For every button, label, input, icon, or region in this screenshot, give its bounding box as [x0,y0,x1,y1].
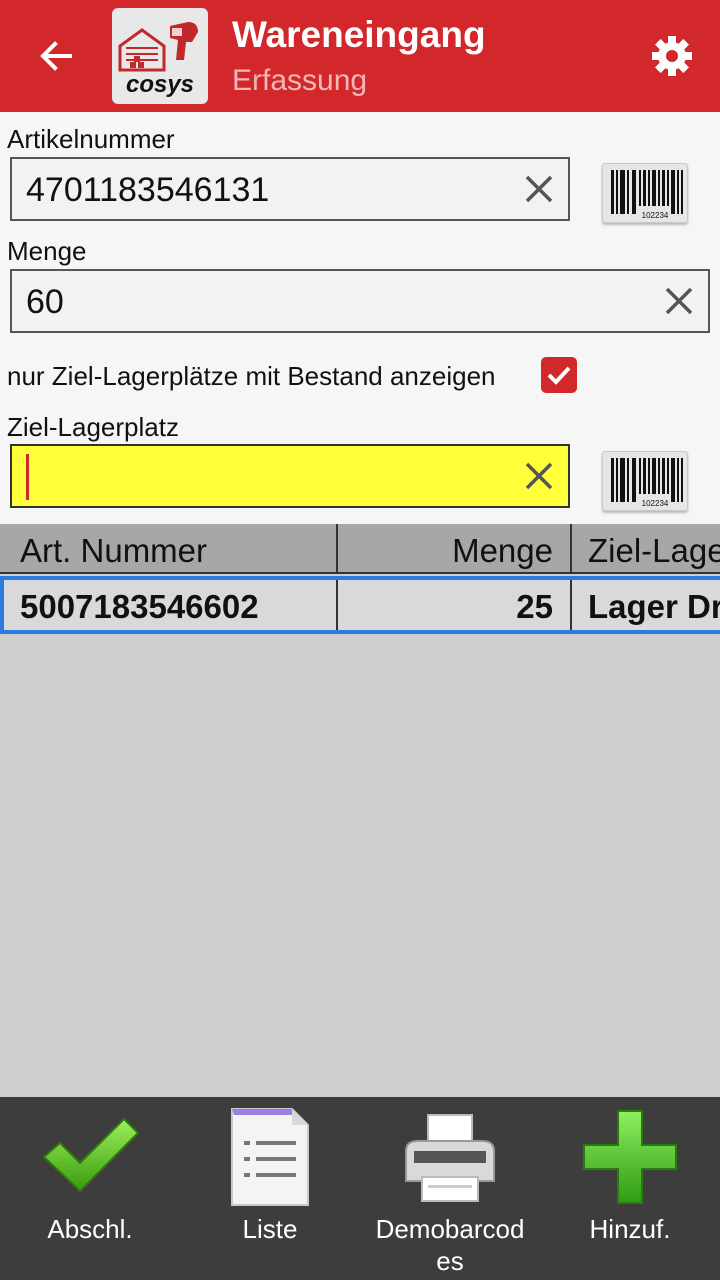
page-title: Wareneingang [232,14,486,55]
svg-text:102234: 102234 [642,499,669,508]
quantity-value: 60 [26,283,64,321]
scan-article-button[interactable]: 102234 [602,163,688,223]
quantity-label: Menge [7,236,87,266]
column-divider [570,524,572,572]
quantity-field[interactable]: 60 [10,269,710,333]
clear-target-icon[interactable] [520,457,558,495]
back-button[interactable] [24,28,88,84]
article-number-field[interactable]: 4701183546131 [10,157,570,221]
article-number-value: 4701183546131 [26,171,270,209]
column-divider [336,524,338,572]
settings-button[interactable] [644,28,700,84]
finish-label: Abschl. [47,1214,133,1244]
gear-icon [652,36,692,76]
svg-text:cosys: cosys [126,71,194,98]
arrow-left-icon [40,41,72,71]
green-checkmark-icon [42,1117,140,1193]
barcode-icon: 102234 [611,170,683,220]
row-article-number: 5007183546602 [20,588,259,625]
stock-filter-checkbox[interactable] [541,357,577,393]
demo-barcodes-button[interactable]: Demobarcodes [360,1097,540,1280]
column-divider [570,580,572,630]
target-location-label: Ziel-Lagerplatz [7,412,179,442]
column-header-article[interactable]: Art. Nummer [20,524,330,572]
table-header: Art. Nummer Menge Ziel-Lage [0,524,720,574]
booking-table: Art. Nummer Menge Ziel-Lage 500718354660… [0,524,720,1097]
article-number-label: Artikelnummer [7,124,175,154]
add-button[interactable]: Hinzuf. [540,1097,720,1280]
finish-button[interactable]: Abschl. [0,1097,180,1280]
barcode-icon: 102234 [611,458,683,508]
table-row[interactable]: 5007183546602 25 Lager Dr [0,576,720,634]
clear-quantity-icon[interactable] [660,282,698,320]
clear-article-icon[interactable] [520,170,558,208]
column-divider [336,580,338,630]
row-target-location: Lager Dr [588,588,720,625]
row-quantity: 25 [516,588,553,625]
svg-text:102234: 102234 [642,211,669,220]
column-header-target[interactable]: Ziel-Lage [588,524,720,572]
demo-barcodes-label: Demobarcodes [375,1214,525,1276]
target-location-field[interactable] [10,444,570,508]
add-label: Hinzuf. [589,1214,671,1244]
page-subtitle: Erfassung [232,64,368,97]
list-label: Liste [242,1214,298,1244]
list-document-icon [231,1108,309,1206]
stock-filter-label: nur Ziel-Lagerplätze mit Bestand anzeige… [7,361,496,391]
list-button[interactable]: Liste [180,1097,360,1280]
green-plus-icon [583,1110,677,1204]
printer-icon [405,1114,495,1202]
checkmark-icon [547,366,571,385]
cosys-logo: cosys [112,8,208,104]
app-bar: cosys Wareneingang Erfassung [0,0,720,112]
scan-target-button[interactable]: 102234 [602,451,688,511]
column-header-quantity[interactable]: Menge [340,524,553,572]
text-cursor [26,454,29,500]
bottom-action-bar: Abschl. Liste Demobarcodes Hinzuf. [0,1097,720,1280]
